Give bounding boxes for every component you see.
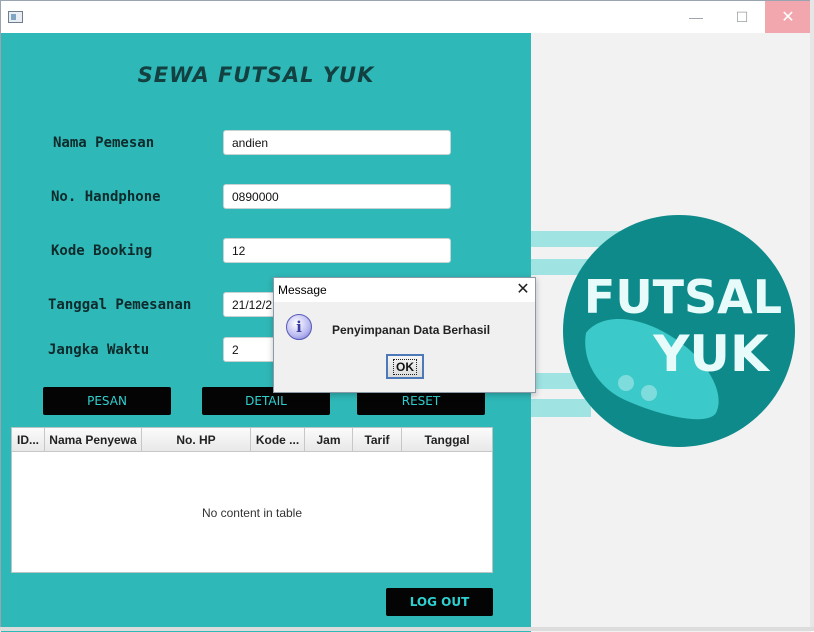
shoe-stud [618, 375, 634, 391]
message-dialog: Message ✕ i Penyimpanan Data Berhasil OK [273, 277, 536, 393]
window-app-icon [8, 11, 23, 23]
title-bar: — ☐ ✕ [1, 1, 811, 33]
column-header-tarif[interactable]: Tarif [353, 428, 402, 452]
pesan-button[interactable]: PESAN [43, 387, 171, 415]
ok-button-label: OK [393, 358, 417, 375]
nama-pemesan-label: Nama Pemesan [53, 135, 155, 151]
background-window-edge [810, 0, 814, 631]
booking-table[interactable]: ID... Nama Penyewa No. HP Kode ... Jam T… [11, 427, 493, 573]
futsal-yuk-logo: FUTSAL YUK [531, 215, 795, 447]
taskbar-edge [0, 627, 814, 631]
table-empty-message: No content in table [201, 506, 303, 520]
maximize-button[interactable]: ☐ [719, 1, 765, 33]
column-header-jam[interactable]: Jam [305, 428, 353, 452]
dialog-title-bar: Message ✕ [274, 278, 535, 302]
column-header-nama-penyewa[interactable]: Nama Penyewa [45, 428, 142, 452]
table-header: ID... Nama Penyewa No. HP Kode ... Jam T… [12, 428, 492, 452]
dialog-message: Penyimpanan Data Berhasil [332, 323, 491, 337]
dialog-title: Message [278, 283, 327, 297]
speed-stripe [531, 399, 591, 417]
logo-panel: FUTSAL YUK [531, 33, 811, 632]
column-header-id[interactable]: ID... [12, 428, 45, 452]
no-handphone-input[interactable]: 0890000 [223, 184, 451, 209]
column-header-no-hp[interactable]: No. HP [142, 428, 251, 452]
dialog-close-button[interactable]: ✕ [514, 280, 532, 300]
logo-text-futsal: FUTSAL [584, 270, 782, 324]
kode-booking-label: Kode Booking [51, 243, 153, 259]
nama-pemesan-input[interactable]: andien [223, 130, 451, 155]
column-header-tanggal[interactable]: Tanggal [402, 428, 492, 452]
tanggal-pemesanan-label: Tanggal Pemesanan [48, 297, 192, 313]
no-handphone-label: No. Handphone [51, 189, 161, 205]
column-header-kode[interactable]: Kode ... [251, 428, 305, 452]
kode-booking-input[interactable]: 12 [223, 238, 451, 263]
close-window-button[interactable]: ✕ [765, 1, 811, 33]
jangka-waktu-label: Jangka Waktu [48, 342, 150, 358]
app-window: — ☐ ✕ SEWA FUTSAL YUK Nama Pemesan andie… [0, 0, 811, 632]
info-icon: i [286, 314, 312, 340]
shoe-stud [641, 385, 657, 401]
app-title: SEWA FUTSAL YUK [137, 63, 375, 87]
logo-text-yuk: YUK [652, 325, 771, 383]
minimize-button[interactable]: — [673, 1, 719, 33]
ok-button[interactable]: OK [386, 354, 424, 379]
logout-button[interactable]: LOG OUT [386, 588, 493, 616]
